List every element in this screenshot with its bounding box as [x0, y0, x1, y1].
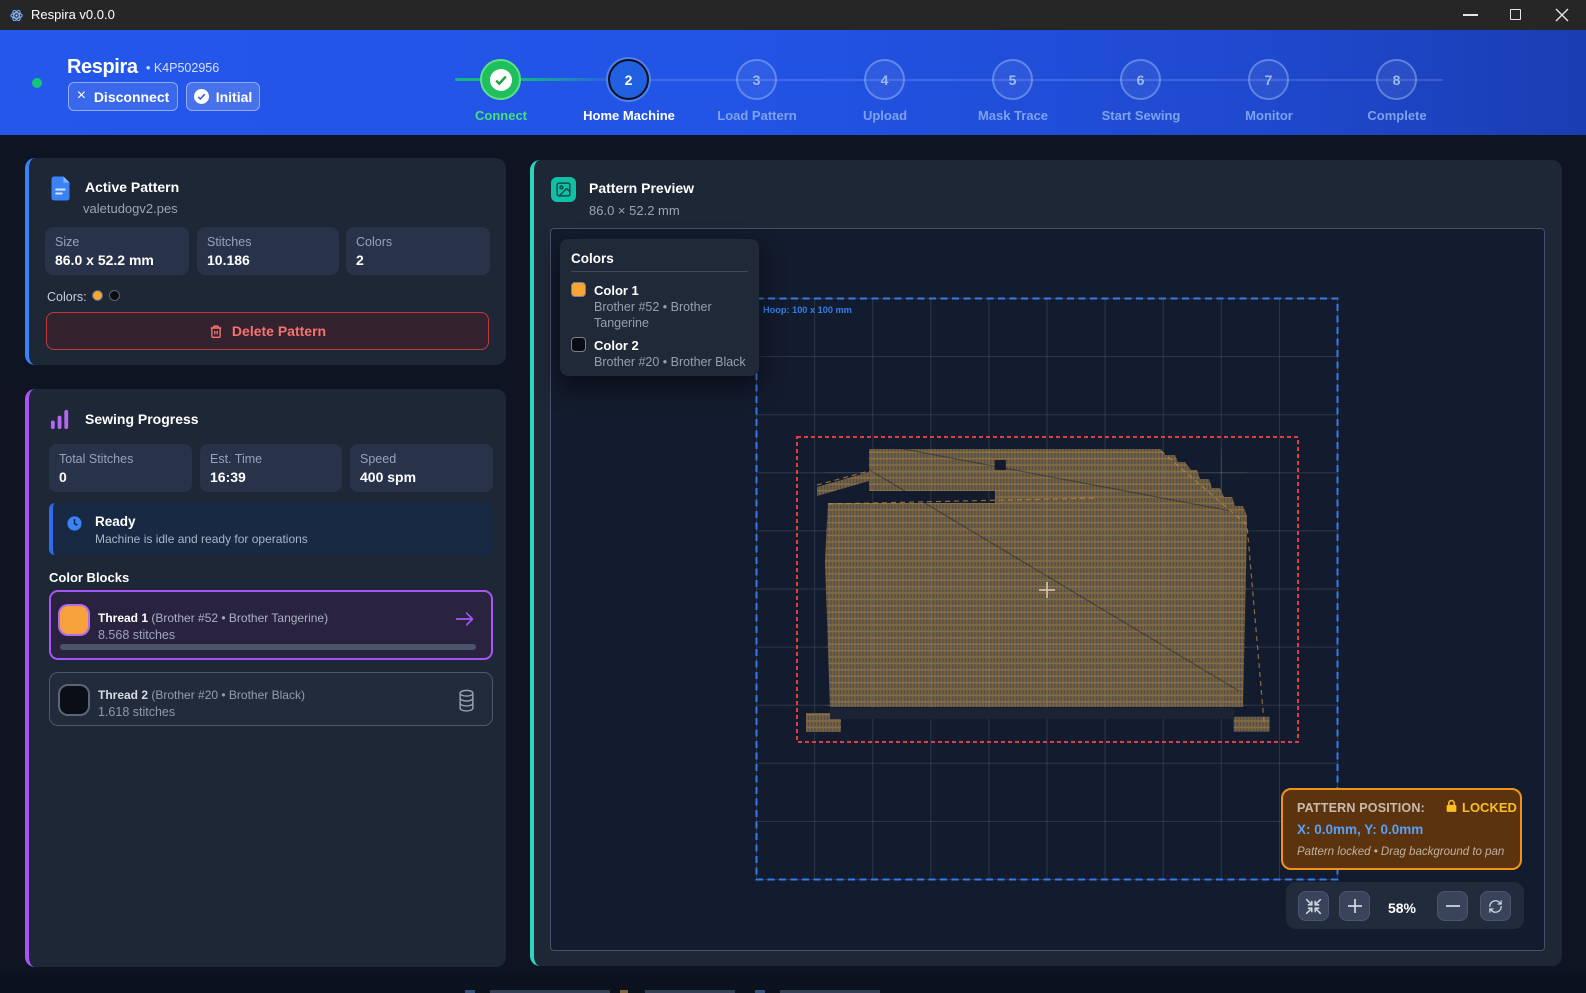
svg-text:Hoop: 100 x 100 mm: Hoop: 100 x 100 mm	[763, 305, 852, 315]
